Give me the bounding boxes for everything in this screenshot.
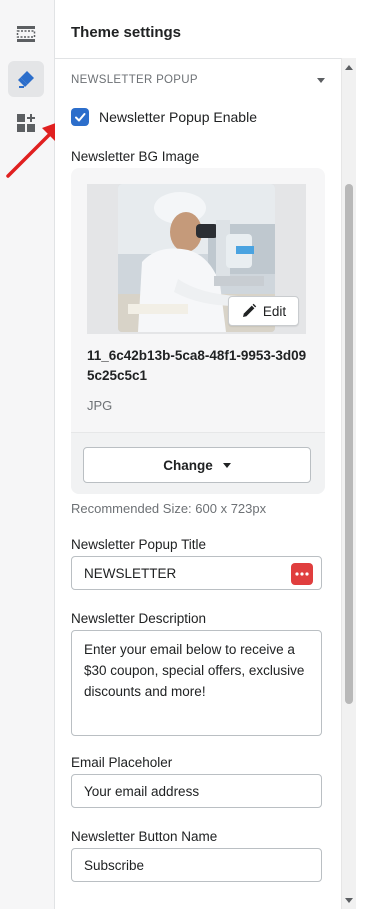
bg-image-label: Newsletter BG Image: [71, 149, 200, 164]
button-name-input[interactable]: Subscribe: [71, 848, 322, 882]
sections-button[interactable]: [8, 16, 44, 52]
panel-title: Theme settings: [71, 24, 182, 41]
recommended-size-text: Recommended Size: 600 x 723px: [71, 501, 267, 516]
section-header-newsletter-popup[interactable]: NEWSLETTER POPUP: [71, 74, 325, 92]
description-label: Newsletter Description: [71, 611, 207, 626]
image-card-footer: Change: [71, 432, 325, 494]
more-dots-icon: [295, 572, 309, 576]
newsletter-enable-label: Newsletter Popup Enable: [99, 109, 257, 125]
popup-title-value: NEWSLETTER: [84, 565, 177, 581]
panel-header: Theme settings: [55, 0, 355, 59]
scrollbar[interactable]: [341, 58, 356, 909]
email-placeholder-input[interactable]: Your email address: [71, 774, 322, 808]
bg-image-card: Edit 11_6c42b13b-5ca8-48f1-9953-3d095c25…: [71, 168, 325, 494]
button-name-label: Newsletter Button Name: [71, 829, 218, 844]
change-image-button[interactable]: Change: [83, 447, 311, 483]
newsletter-enable-row[interactable]: Newsletter Popup Enable: [71, 106, 257, 128]
image-file-name: 11_6c42b13b-5ca8-48f1-9953-3d095c25c5c1: [87, 348, 307, 383]
section-layout-icon: [16, 24, 36, 44]
scroll-up-arrow-icon[interactable]: [345, 65, 353, 70]
caret-down-icon: [222, 462, 231, 468]
edit-image-button[interactable]: Edit: [228, 296, 299, 326]
chevron-down-icon: [317, 78, 325, 83]
scrollbar-thumb[interactable]: [345, 184, 353, 704]
email-placeholder-label: Email Placeholer: [71, 755, 173, 770]
image-preview-area: Edit: [87, 184, 306, 334]
dynamic-source-button[interactable]: [291, 563, 313, 585]
paint-brush-icon: [16, 69, 36, 89]
email-placeholder-value: Your email address: [84, 783, 200, 799]
theme-settings-button[interactable]: [8, 61, 44, 97]
change-label: Change: [163, 457, 213, 473]
popup-title-label: Newsletter Popup Title: [71, 537, 207, 552]
section-title: NEWSLETTER POPUP: [71, 74, 198, 86]
button-name-value: Subscribe: [84, 857, 145, 873]
scroll-down-arrow-icon[interactable]: [345, 898, 353, 903]
newsletter-enable-checkbox[interactable]: [71, 108, 89, 126]
pencil-icon: [242, 303, 257, 317]
checkmark-icon: [75, 113, 86, 122]
edit-label: Edit: [262, 303, 287, 319]
popup-title-input[interactable]: NEWSLETTER: [71, 556, 322, 590]
theme-settings-panel: Theme settings NEWSLETTER POPUP Newslett…: [55, 0, 370, 909]
image-file-type: JPG: [87, 398, 113, 413]
description-textarea[interactable]: Enter your email below to receive a $30 …: [71, 630, 322, 736]
